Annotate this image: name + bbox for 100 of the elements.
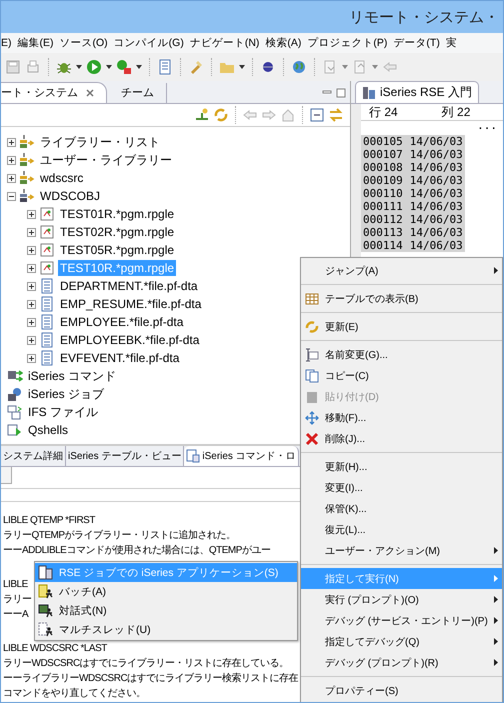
job-icon bbox=[38, 564, 54, 580]
program-icon bbox=[39, 242, 55, 258]
menu-item[interactable]: 更新(E) bbox=[301, 316, 502, 337]
tree-item[interactable]: iSeries ジョブ bbox=[26, 384, 106, 404]
sequence-number: 000114 bbox=[363, 239, 403, 252]
menu-item[interactable]: ユーザー・アクション(M) bbox=[301, 540, 502, 561]
log-line: ラリー bbox=[3, 593, 32, 607]
menu-item[interactable]: デバッグ (プロンプト)(R) bbox=[301, 652, 502, 673]
globe-icon[interactable] bbox=[291, 59, 307, 75]
menu-item[interactable]: 実 bbox=[446, 36, 457, 50]
tree-item[interactable]: IFS ファイル bbox=[26, 402, 100, 422]
expand-icon[interactable] bbox=[27, 246, 36, 254]
expand-icon[interactable] bbox=[27, 336, 36, 344]
menu-item[interactable]: 移動(F)... bbox=[301, 407, 502, 428]
menu-item[interactable]: データ(T) bbox=[393, 36, 440, 50]
sphere-icon[interactable] bbox=[260, 59, 276, 75]
tree-item[interactable]: EVFEVENT.*file.pf-dta bbox=[58, 350, 182, 366]
document-icon[interactable] bbox=[157, 59, 173, 75]
menu-item[interactable]: プロジェクト(P) bbox=[307, 36, 388, 50]
expand-icon[interactable] bbox=[27, 210, 36, 218]
shell-icon bbox=[7, 422, 23, 438]
dropdown-arrow-icon[interactable] bbox=[136, 65, 142, 69]
save-icon[interactable] bbox=[5, 59, 21, 75]
menu-item[interactable]: 編集(E) bbox=[18, 36, 54, 50]
menu-item[interactable]: E) bbox=[1, 37, 12, 49]
tree-item[interactable]: EMPLOYEEBK.*file.pf-dta bbox=[58, 332, 202, 348]
run-tool-icon[interactable] bbox=[116, 59, 132, 75]
multithread-runner-icon bbox=[38, 622, 54, 638]
tree-item[interactable]: EMP_RESUME.*file.pf-dta bbox=[58, 296, 204, 312]
close-icon[interactable] bbox=[86, 88, 94, 96]
expand-icon[interactable] bbox=[7, 138, 16, 146]
dropdown-arrow-icon[interactable] bbox=[239, 65, 245, 69]
menu-item[interactable]: ソース(O) bbox=[60, 36, 108, 50]
date-cell: 14/06/03 bbox=[410, 187, 463, 200]
menu-item[interactable]: バッチ(A) bbox=[35, 582, 297, 601]
menu-item[interactable]: ジャンプ(A) bbox=[301, 260, 502, 281]
menu-item[interactable]: 検索(A) bbox=[265, 36, 302, 50]
sequence-number: 000105 bbox=[363, 135, 403, 148]
view-tab[interactable]: システム詳細 bbox=[1, 446, 66, 466]
sequence-number: 000112 bbox=[363, 213, 403, 226]
menu-item[interactable]: コンパイル(G) bbox=[114, 36, 184, 50]
library-icon bbox=[19, 170, 35, 186]
expand-icon[interactable] bbox=[27, 354, 36, 362]
maximize-icon[interactable] bbox=[336, 88, 346, 98]
submenu-arrow-icon bbox=[494, 547, 498, 554]
tree-item[interactable]: iSeries コマンド bbox=[26, 366, 118, 386]
expand-icon[interactable] bbox=[27, 228, 36, 236]
menu-item[interactable]: マルチスレッド(U) bbox=[35, 620, 297, 639]
menu-item[interactable]: プロパティー(S) bbox=[301, 680, 502, 701]
view-tab[interactable]: チーム bbox=[107, 83, 167, 103]
tree-item[interactable]: Qshells bbox=[26, 422, 70, 438]
clipboard-icon bbox=[305, 390, 319, 404]
tree-item[interactable]: TEST02R.*pgm.rpgle bbox=[58, 224, 176, 240]
expand-icon[interactable] bbox=[27, 318, 36, 326]
menu-item[interactable]: デバッグ (サービス・エントリー)(P) bbox=[301, 610, 502, 631]
menu-item[interactable]: テーブルでの表示(B) bbox=[301, 288, 502, 309]
log-line: ーーA bbox=[3, 608, 28, 622]
view-tab[interactable]: iSeries コマンド・ロ bbox=[184, 446, 299, 466]
menu-item[interactable]: 名前変更(G)... bbox=[301, 344, 502, 365]
expand-icon[interactable] bbox=[27, 264, 36, 272]
collapse-icon[interactable] bbox=[7, 192, 16, 200]
menu-item[interactable]: 復元(L)... bbox=[301, 519, 502, 540]
print-icon[interactable] bbox=[25, 59, 41, 75]
editor-tab[interactable]: iSeries RSE 入門 bbox=[355, 81, 480, 103]
file-icon bbox=[39, 332, 55, 348]
menu-item[interactable]: 対話式(N) bbox=[35, 601, 297, 620]
connection-icon[interactable] bbox=[194, 107, 210, 123]
date-cell: 14/06/03 bbox=[410, 226, 463, 239]
file-icon bbox=[39, 278, 55, 294]
copy-icon bbox=[305, 368, 319, 382]
collapse-all-icon[interactable] bbox=[309, 107, 325, 123]
menu-item[interactable]: ナビゲート(N) bbox=[190, 36, 260, 50]
menu-item[interactable]: 実行 (プロンプト)(O) bbox=[301, 589, 502, 610]
expand-icon[interactable] bbox=[27, 282, 36, 290]
refresh-icon[interactable] bbox=[213, 107, 229, 123]
file-icon bbox=[39, 314, 55, 330]
dropdown-arrow-icon[interactable] bbox=[106, 65, 112, 69]
menu-item[interactable]: 保管(K)... bbox=[301, 498, 502, 519]
menu-item[interactable]: 変更(I)... bbox=[301, 477, 502, 498]
expand-icon[interactable] bbox=[7, 156, 16, 164]
program-icon bbox=[39, 260, 55, 276]
submenu-arrow-icon bbox=[494, 638, 498, 645]
tree-item[interactable]: DEPARTMENT.*file.pf-dta bbox=[58, 278, 200, 294]
menu-item[interactable]: 更新(H)... bbox=[301, 456, 502, 477]
expand-icon[interactable] bbox=[27, 300, 36, 308]
tree-item[interactable]: TEST01R.*pgm.rpgle bbox=[58, 206, 176, 222]
tree-item[interactable]: wdscsrc bbox=[38, 170, 86, 186]
expand-icon[interactable] bbox=[7, 174, 16, 182]
dropdown-arrow-icon[interactable] bbox=[76, 65, 82, 69]
view-tab[interactable]: ート・システム bbox=[1, 82, 107, 103]
tree-item[interactable]: EMPLOYEE.*file.pf-dta bbox=[58, 314, 186, 330]
tree-item[interactable]: ライブラリー・リスト bbox=[38, 132, 162, 152]
menu-item[interactable]: 削除(J)... bbox=[301, 428, 502, 449]
tree-item[interactable]: WDSCOBJ bbox=[38, 188, 102, 204]
move-icon bbox=[305, 410, 319, 424]
menu-item[interactable]: コピー(C) bbox=[301, 365, 502, 386]
tree-item[interactable]: ユーザー・ライブラリー bbox=[38, 150, 174, 170]
tree-item[interactable]: TEST05R.*pgm.rpgle bbox=[58, 242, 176, 258]
menu-item[interactable]: 指定してデバッグ(Q) bbox=[301, 631, 502, 652]
log-line: コマンドをやり直してください。 bbox=[3, 686, 146, 701]
